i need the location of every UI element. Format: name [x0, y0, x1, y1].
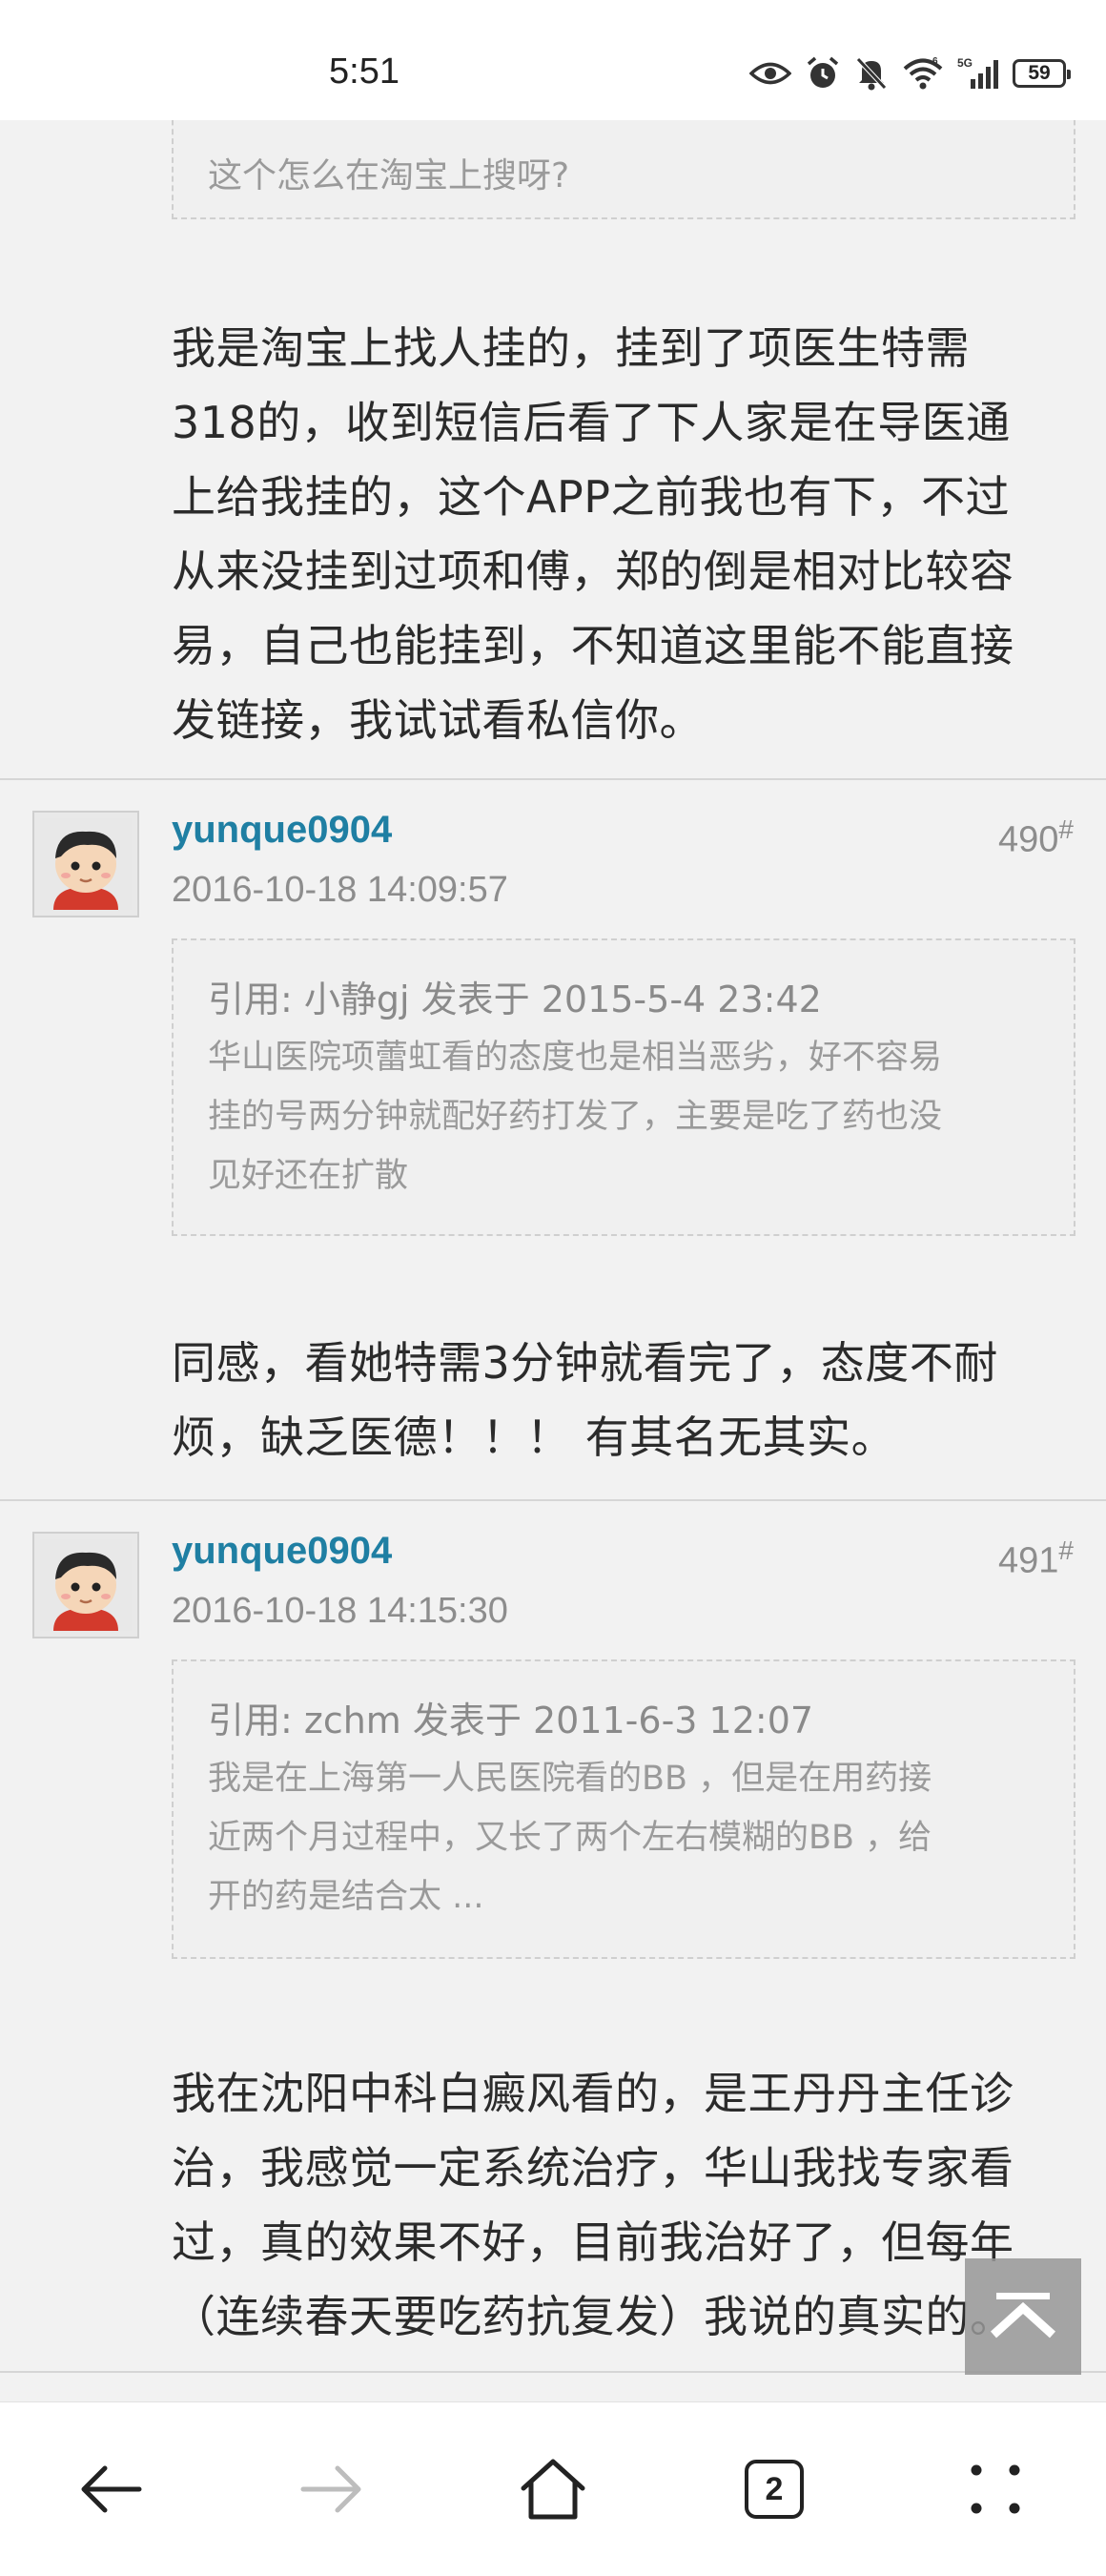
- back-to-top-icon: [990, 2293, 1056, 2339]
- post-body-line: 易，自己也能挂到，不知道这里能不能直接: [172, 620, 1014, 671]
- post-body: 同感，看她特需3分钟就看完了，态度不耐 烦，缺乏医德！！！ 有其名无其实。: [172, 1326, 1058, 1474]
- post-body-line: 从来没挂到过项和傅，郑的倒是相对比较容: [172, 546, 1014, 597]
- back-to-top-button[interactable]: [965, 2258, 1081, 2375]
- quote-line: 开的药是结合太 ...: [208, 1878, 484, 1916]
- floor-mark: #: [1058, 814, 1074, 844]
- quote-text: 我是在上海第一人民医院看的BB ，但是在用药接 近两个月过程中，又长了两个左右模…: [208, 1749, 1039, 1927]
- username[interactable]: yunque0904: [172, 1530, 392, 1573]
- eye-icon: [749, 62, 791, 85]
- mute-icon: [856, 57, 887, 91]
- quote-box: 引用: zchm 发表于 2011-6-3 12:07 我是在上海第一人民医院看…: [172, 1659, 1075, 1959]
- post-body-line: 我在沈阳中科白癜风看的，是王丹丹主任诊: [172, 2068, 1014, 2119]
- post-divider: [0, 778, 1106, 780]
- username[interactable]: yunque0904: [172, 809, 392, 852]
- tab-count: 2: [765, 2470, 784, 2507]
- avatar[interactable]: [32, 811, 139, 917]
- forward-button[interactable]: [265, 2402, 399, 2576]
- post-body-line: 上给我挂的，这个APP之前我也有下，不过: [172, 471, 1010, 523]
- post-timestamp: 2016-10-18 14:15:30: [172, 1591, 508, 1631]
- quote-head: 引用: 小静gj 发表于 2015-5-4 23:42: [208, 979, 822, 1020]
- post-body-line: （连续春天要吃药抗复发）我说的真实的。: [172, 2291, 1014, 2342]
- quote-text: 华山医院项蕾虹看的态度也是相当恶劣，好不容易 挂的号两分钟就配好药打发了，主要是…: [208, 1028, 1039, 1206]
- post-timestamp: 2016-10-18 14:09:57: [172, 870, 508, 910]
- post-body-line: 过，真的效果不好，目前我治好了，但每年: [172, 2216, 1014, 2268]
- post-body: 我在沈阳中科白癜风看的，是王丹丹主任诊 治，我感觉一定系统治疗，华山我找专家看 …: [172, 2056, 1058, 2354]
- status-icons: 6 5G 59: [749, 55, 1071, 92]
- post-body-line: 我是淘宝上找人挂的，挂到了项医生特需: [172, 322, 970, 374]
- status-bar: 5:51 6 5G 59: [0, 0, 1106, 120]
- post-body-line: 发链接，我试试看私信你。: [172, 694, 704, 746]
- floor-mark: #: [1058, 1535, 1074, 1565]
- post-body-line: 烦，缺乏医德！！！ 有其名无其实。: [172, 1412, 896, 1463]
- post-divider: [0, 1499, 1106, 1501]
- back-button[interactable]: [44, 2402, 177, 2576]
- post-divider: [0, 2371, 1106, 2373]
- quote-line: 挂的号两分钟就配好药打发了，主要是吃了药也没: [208, 1098, 943, 1136]
- post-body: 我是淘宝上找人挂的，挂到了项医生特需 318的，收到短信后看了下人家是在导医通 …: [172, 311, 1058, 757]
- wifi-icon: 6: [903, 56, 943, 90]
- quote-line: 华山医院项蕾虹看的态度也是相当恶劣，好不容易: [208, 1039, 943, 1077]
- avatar[interactable]: [32, 1532, 139, 1638]
- menu-dots-icon: [971, 2464, 1020, 2514]
- status-time: 5:51: [329, 52, 399, 92]
- post-body-line: 318的，收到短信后看了下人家是在导医通: [172, 397, 1011, 448]
- floor-value: 490: [998, 819, 1059, 860]
- menu-button[interactable]: [929, 2402, 1062, 2576]
- quote-box: 这个怎么在淘宝上搜呀?: [172, 120, 1075, 219]
- quote-line: 见好还在扩散: [208, 1157, 409, 1195]
- quote-text: 这个怎么在淘宝上搜呀?: [208, 156, 570, 196]
- home-icon: [521, 2459, 585, 2520]
- quote-line: 近两个月过程中，又长了两个左右模糊的BB ，给: [208, 1819, 932, 1857]
- avatar-boy-icon: [40, 818, 132, 910]
- floor-number[interactable]: 491#: [998, 1535, 1074, 1582]
- battery-icon: 59: [1013, 59, 1071, 88]
- post-body-line: 治，我感觉一定系统治疗，华山我找专家看: [172, 2142, 1014, 2194]
- floor-value: 491: [998, 1540, 1059, 1581]
- battery-level: 59: [1028, 62, 1051, 84]
- bottom-nav: 2: [0, 2401, 1106, 2576]
- quote-box: 引用: 小静gj 发表于 2015-5-4 23:42 华山医院项蕾虹看的态度也…: [172, 938, 1075, 1236]
- tabs-button[interactable]: 2: [707, 2402, 841, 2576]
- tabs-icon: 2: [745, 2460, 804, 2519]
- svg-text:5G: 5G: [957, 56, 973, 70]
- quote-line: 我是在上海第一人民医院看的BB ，但是在用药接: [208, 1760, 932, 1798]
- back-arrow-icon: [81, 2465, 142, 2513]
- avatar-boy-icon: [40, 1539, 132, 1631]
- svg-text:6: 6: [932, 56, 938, 67]
- thread-content[interactable]: 这个怎么在淘宝上搜呀? 我是淘宝上找人挂的，挂到了项医生特需 318的，收到短信…: [0, 120, 1106, 2401]
- forward-arrow-icon: [300, 2465, 361, 2513]
- floor-number[interactable]: 490#: [998, 814, 1074, 861]
- signal-icon: 5G: [957, 56, 998, 89]
- post-body-line: 同感，看她特需3分钟就看完了，态度不耐: [172, 1337, 998, 1389]
- home-button[interactable]: [486, 2402, 620, 2576]
- alarm-icon: [807, 56, 839, 88]
- quote-head: 引用: zchm 发表于 2011-6-3 12:07: [208, 1700, 814, 1741]
